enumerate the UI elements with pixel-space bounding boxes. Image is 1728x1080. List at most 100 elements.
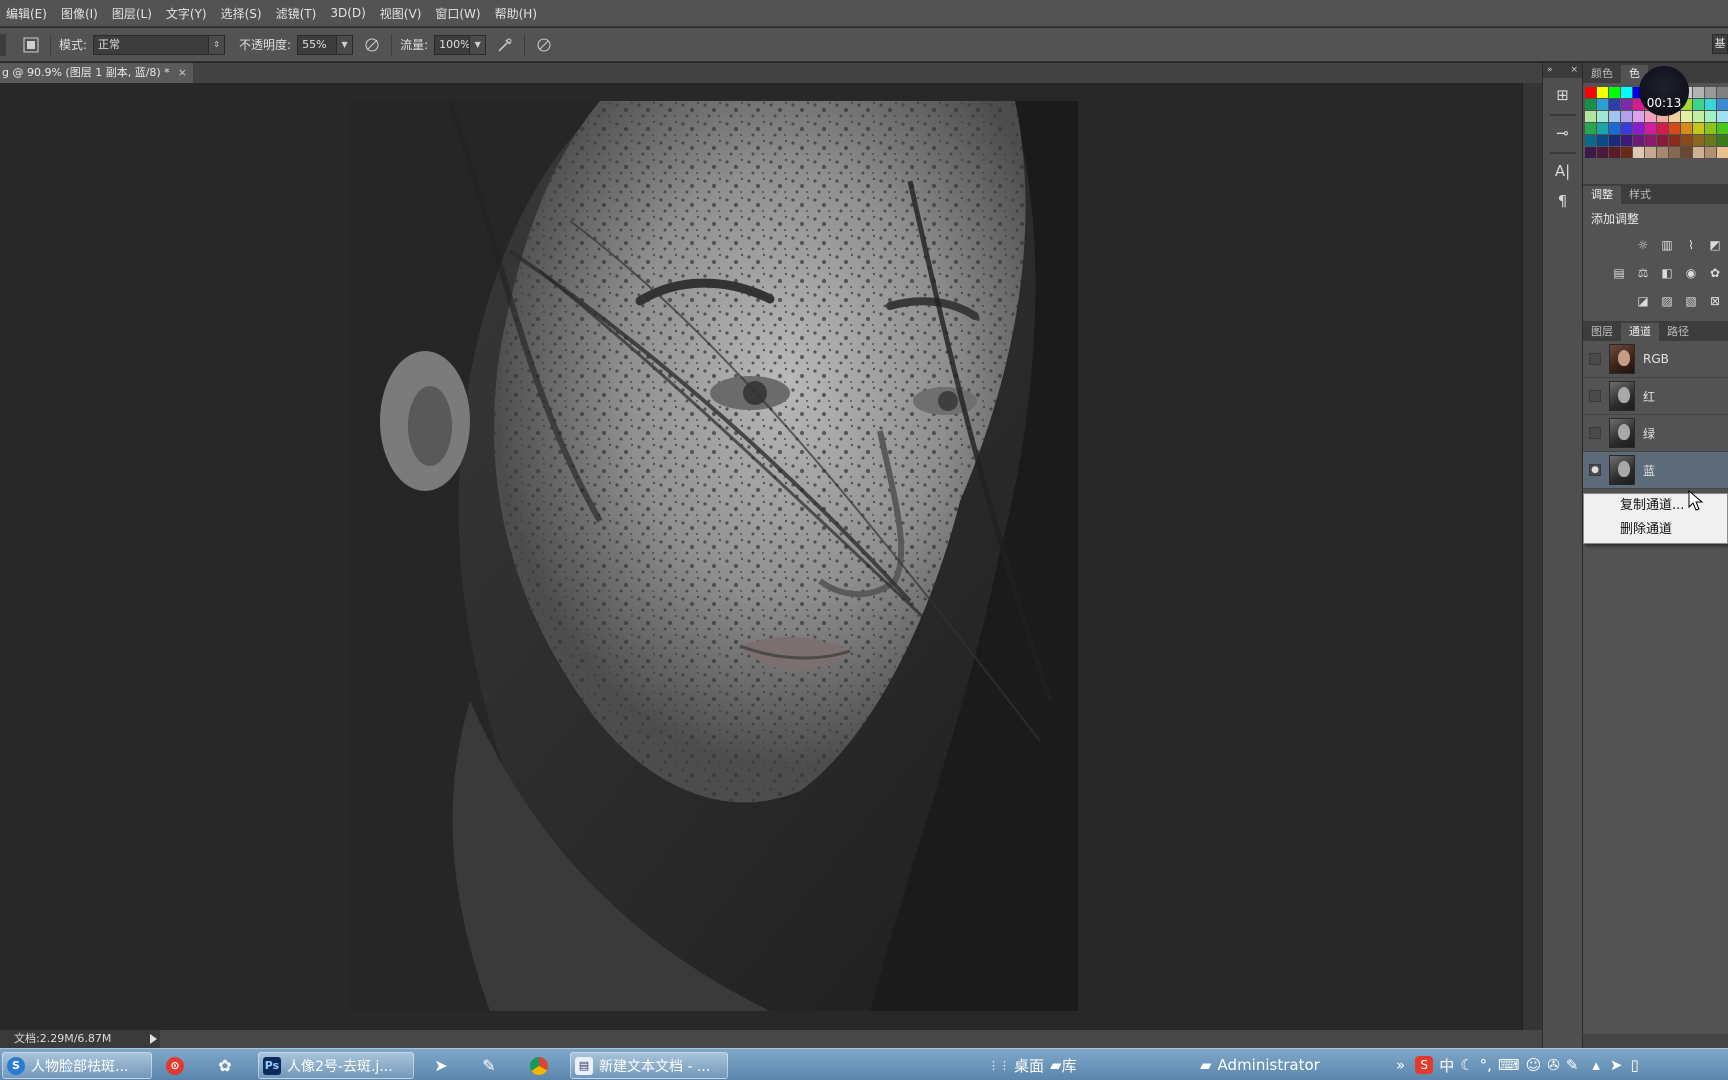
color-swatch[interactable] [1597,135,1608,146]
color-swatch[interactable] [1633,135,1644,146]
color-swatch[interactable] [1705,87,1716,98]
color-swatch[interactable] [1717,147,1728,158]
color-swatch[interactable] [1645,123,1656,134]
chevron-down-icon[interactable]: ▼ [469,35,486,54]
color-swatch[interactable] [1705,99,1716,110]
color-swatch[interactable] [1669,135,1680,146]
color-swatch[interactable] [1597,123,1608,134]
color-swatch[interactable] [1621,135,1632,146]
pressure-size-icon[interactable] [533,34,555,56]
exposure-icon[interactable]: ◩ [1706,237,1724,253]
color-swatch[interactable] [1585,135,1596,146]
color-swatch[interactable] [1621,123,1632,134]
history-icon[interactable]: ⊞ [1550,82,1576,108]
menu-filter[interactable]: 滤镜(T) [276,5,317,22]
brush-preset-icon[interactable] [20,34,42,56]
color-swatch[interactable] [1585,111,1596,122]
collapse-icon[interactable]: » [1547,63,1553,78]
channel-row-red[interactable]: 红 [1583,378,1728,415]
color-swatch[interactable] [1693,87,1704,98]
invert-icon[interactable]: ◪ [1634,293,1652,309]
ime-label[interactable]: 中 [1439,1055,1454,1076]
tab-paths[interactable]: 路径 [1659,323,1697,341]
brightness-icon[interactable]: ☼ [1634,237,1652,253]
color-swatch[interactable] [1609,123,1620,134]
color-swatch[interactable] [1609,135,1620,146]
color-swatch[interactable] [1681,147,1692,158]
wrench-icon[interactable]: ✇ [1547,1056,1560,1074]
paragraph-icon[interactable]: ¶ [1550,188,1576,214]
color-swatch[interactable] [1609,111,1620,122]
close-icon[interactable]: × [178,63,187,83]
channel-row-rgb[interactable]: RGB [1583,341,1728,378]
tab-adjustments[interactable]: 调整 [1583,186,1621,204]
eye-icon[interactable]: ● [1589,464,1601,476]
gradient-map-icon[interactable]: ▧ [1682,293,1700,309]
notification-icon[interactable]: ▯ [1631,1056,1639,1074]
color-swatch[interactable] [1609,147,1620,158]
tray-up-icon[interactable]: ▴ [1592,1056,1600,1074]
taskbar-app[interactable]: ✿ [216,1052,242,1079]
color-swatch[interactable] [1705,147,1716,158]
color-swatch[interactable] [1693,99,1704,110]
menu-select[interactable]: 选择(S) [221,5,262,22]
color-swatch[interactable] [1693,147,1704,158]
color-swatch[interactable] [1585,87,1596,98]
tab-channels[interactable]: 通道 [1621,323,1659,341]
color-swatch[interactable] [1717,99,1728,110]
color-swatch[interactable] [1645,135,1656,146]
selective-color-icon[interactable]: ⊠ [1706,293,1724,309]
color-swatch[interactable] [1669,123,1680,134]
color-swatch[interactable] [1597,99,1608,110]
taskbar-desktop[interactable]: ⋮⋮ 桌面 ▰ 库 [988,1053,1077,1077]
visibility-toggle[interactable] [1589,390,1601,402]
user-icon[interactable]: ☺ [1526,1056,1542,1074]
color-swatch[interactable] [1597,87,1608,98]
tool-preset-picker[interactable] [0,33,6,56]
color-swatch[interactable] [1681,123,1692,134]
taskbar-item-browser[interactable]: S 人物脸部祛斑... [2,1052,152,1079]
color-swatch[interactable] [1717,87,1728,98]
delete-channel-item[interactable]: 删除通道 [1584,518,1727,542]
color-swatch[interactable] [1609,99,1620,110]
color-swatch[interactable] [1621,111,1632,122]
moon-icon[interactable]: ☾ [1460,1056,1473,1074]
posterize-icon[interactable]: ▨ [1658,293,1676,309]
tab-styles[interactable]: 样式 [1621,186,1659,204]
workspace-button[interactable]: 基 [1712,34,1728,54]
play-icon[interactable] [150,1034,157,1044]
color-swatch[interactable] [1597,111,1608,122]
taskbar-item-notepad[interactable]: ▤ 新建文本文档 - ... [570,1052,728,1079]
network-icon[interactable]: ➤ [1610,1056,1623,1074]
opacity-field[interactable]: 55% ▼ [297,34,354,55]
duplicate-channel-item[interactable]: 复制通道... [1584,494,1727,518]
channel-row-blue[interactable]: ● 蓝 [1583,452,1728,489]
menu-image[interactable]: 图像(I) [61,5,98,22]
color-swatch[interactable] [1657,147,1668,158]
color-swatch[interactable] [1621,87,1632,98]
color-swatch[interactable] [1705,135,1716,146]
color-swatch[interactable] [1693,111,1704,122]
pressure-opacity-icon[interactable] [361,34,383,56]
menu-help[interactable]: 帮助(H) [495,5,537,22]
sogou-icon[interactable]: S [1415,1056,1434,1074]
color-swatch[interactable] [1717,123,1728,134]
color-swatch[interactable] [1621,147,1632,158]
taskbar-user[interactable]: ▰ Administrator [1200,1053,1320,1077]
color-swatch[interactable] [1585,99,1596,110]
tab-color[interactable]: 颜色 [1583,65,1621,83]
color-swatch[interactable] [1681,111,1692,122]
menu-type[interactable]: 文字(Y) [166,5,207,22]
color-swatch[interactable] [1633,123,1644,134]
vertical-scrollbar[interactable] [1522,83,1542,1030]
color-swatch[interactable] [1705,123,1716,134]
color-swatch[interactable] [1693,123,1704,134]
photo-filter-icon[interactable]: ◉ [1682,265,1700,281]
edit-icon[interactable]: ✎ [1566,1056,1579,1074]
taskbar-item-photoshop[interactable]: Ps 人像2号-去斑.j... [258,1052,414,1079]
color-swatch[interactable] [1633,111,1644,122]
chevron-down-icon[interactable]: ▼ [336,35,353,54]
curves-icon[interactable]: ⌇ [1682,237,1700,253]
taskbar-weibo[interactable]: ⊙ [166,1052,192,1079]
menu-edit[interactable]: 编辑(E) [6,5,47,22]
